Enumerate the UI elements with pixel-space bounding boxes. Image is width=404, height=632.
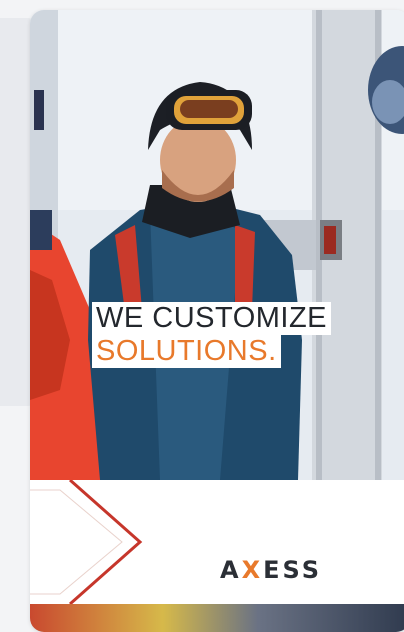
headline-line-2: SOLUTIONS. bbox=[92, 335, 281, 368]
hero-photo bbox=[30, 10, 404, 480]
brand-band bbox=[30, 478, 404, 606]
logo-letters-ess: ESS bbox=[263, 556, 322, 584]
bottom-photo-strip bbox=[30, 604, 404, 632]
ad-viewer: WE CUSTOMIZE SOLUTIONS. AXESS bbox=[0, 0, 404, 632]
logo-letter-a: A bbox=[220, 556, 242, 584]
logo-letter-x: X bbox=[241, 556, 264, 584]
chevron-graphic bbox=[30, 478, 143, 606]
headline-line-1: WE CUSTOMIZE bbox=[92, 302, 332, 335]
skier-illustration bbox=[30, 10, 404, 480]
previous-card-edge[interactable] bbox=[0, 18, 34, 406]
ad-card[interactable]: WE CUSTOMIZE SOLUTIONS. bbox=[30, 10, 404, 632]
axess-logo: AXESS bbox=[220, 556, 322, 584]
headline: WE CUSTOMIZE SOLUTIONS. bbox=[92, 302, 332, 368]
